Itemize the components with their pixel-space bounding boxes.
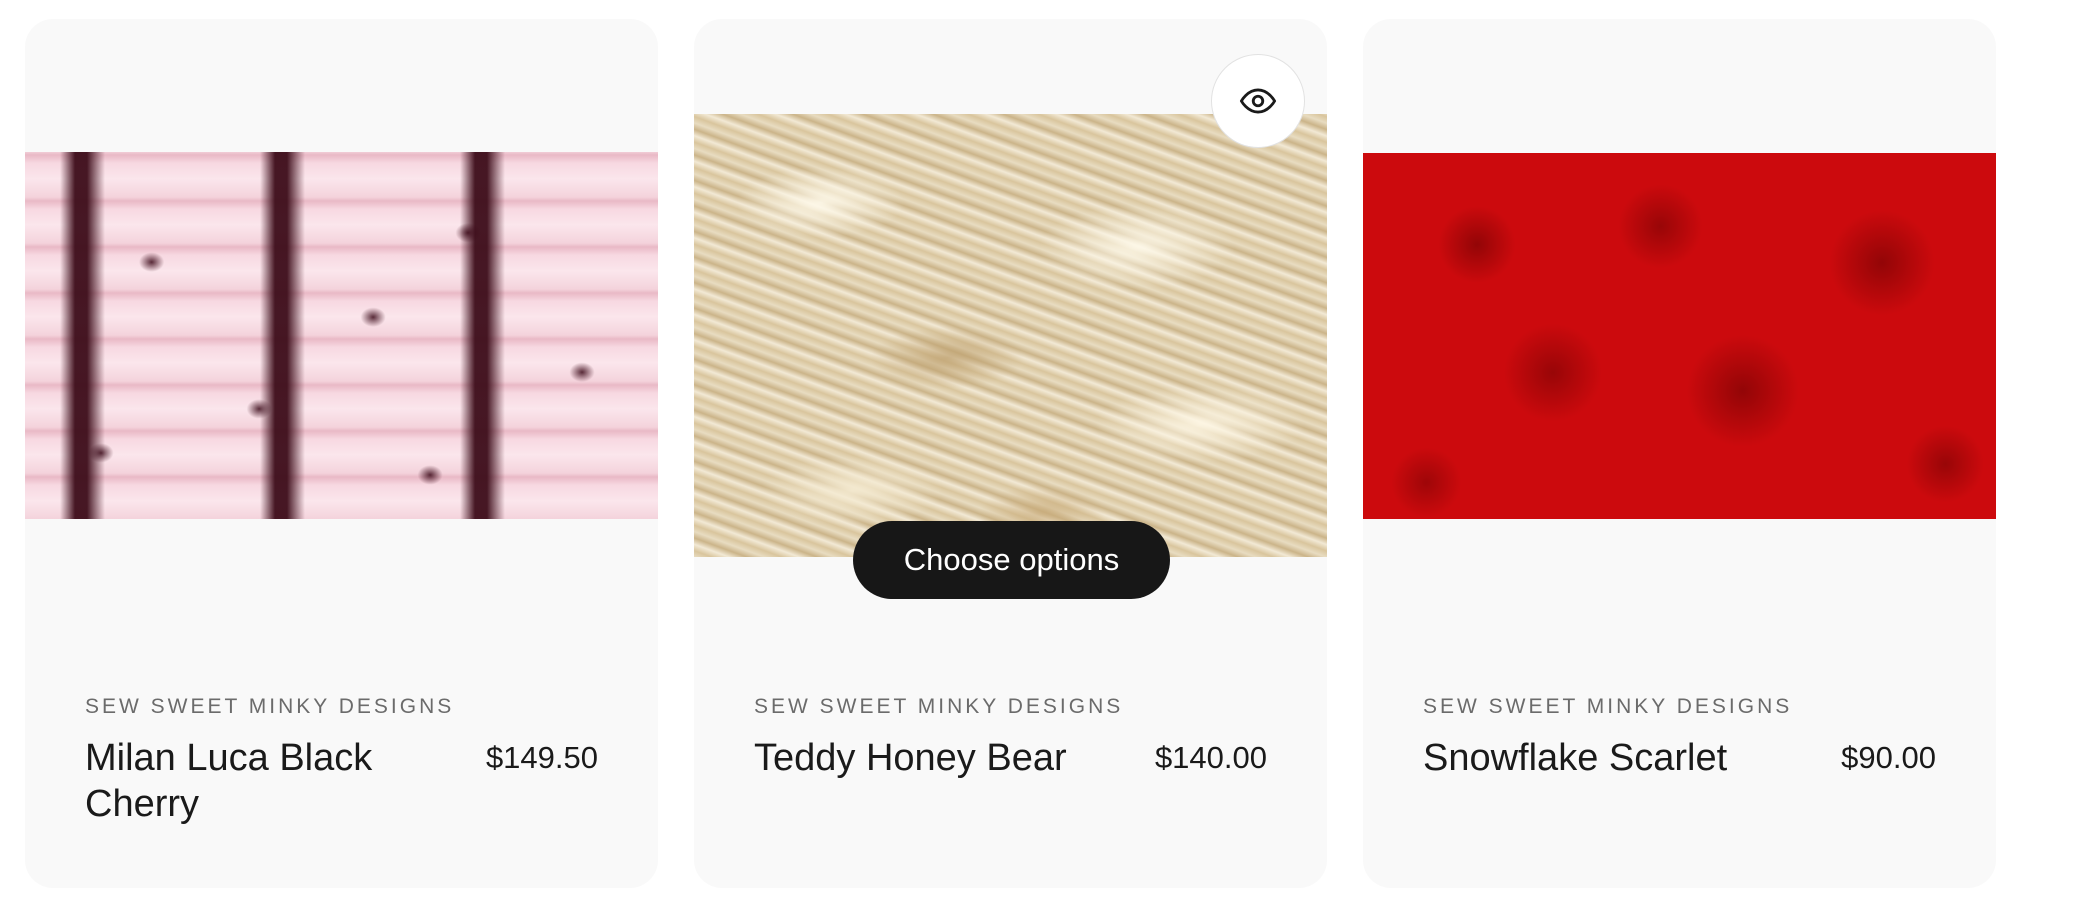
- product-price: $149.50: [485, 740, 598, 775]
- product-card[interactable]: Choose options SEW SWEET MINKY DESIGNS T…: [694, 19, 1327, 888]
- product-vendor: SEW SWEET MINKY DESIGNS: [85, 695, 455, 718]
- product-price: $90.00: [1841, 740, 1936, 775]
- choose-options-button[interactable]: Choose options: [853, 521, 1170, 599]
- product-price: $140.00: [1154, 740, 1267, 775]
- product-vendor: SEW SWEET MINKY DESIGNS: [754, 695, 1124, 718]
- product-image[interactable]: [1363, 153, 1996, 519]
- product-card[interactable]: SEW SWEET MINKY DESIGNS Snowflake Scarle…: [1363, 19, 1996, 888]
- title-row: Teddy Honey Bear $140.00: [754, 735, 1267, 781]
- product-title[interactable]: Teddy Honey Bear: [754, 735, 1067, 781]
- product-title[interactable]: Milan Luca Black Cherry: [85, 735, 445, 827]
- product-info: SEW SWEET MINKY DESIGNS Teddy Honey Bear…: [754, 695, 1267, 781]
- title-row: Snowflake Scarlet $90.00: [1423, 735, 1936, 781]
- product-vendor: SEW SWEET MINKY DESIGNS: [1423, 695, 1793, 718]
- title-row: Milan Luca Black Cherry $149.50: [85, 735, 598, 827]
- quick-view-button[interactable]: [1211, 54, 1305, 148]
- product-card[interactable]: SEW SWEET MINKY DESIGNS Milan Luca Black…: [25, 19, 658, 888]
- product-image[interactable]: [25, 152, 658, 519]
- product-title[interactable]: Snowflake Scarlet: [1423, 735, 1727, 781]
- product-info: SEW SWEET MINKY DESIGNS Milan Luca Black…: [85, 695, 598, 827]
- eye-icon: [1239, 88, 1277, 114]
- product-grid: SEW SWEET MINKY DESIGNS Milan Luca Black…: [0, 0, 2088, 924]
- product-info: SEW SWEET MINKY DESIGNS Snowflake Scarle…: [1423, 695, 1936, 781]
- product-image[interactable]: [694, 114, 1327, 557]
